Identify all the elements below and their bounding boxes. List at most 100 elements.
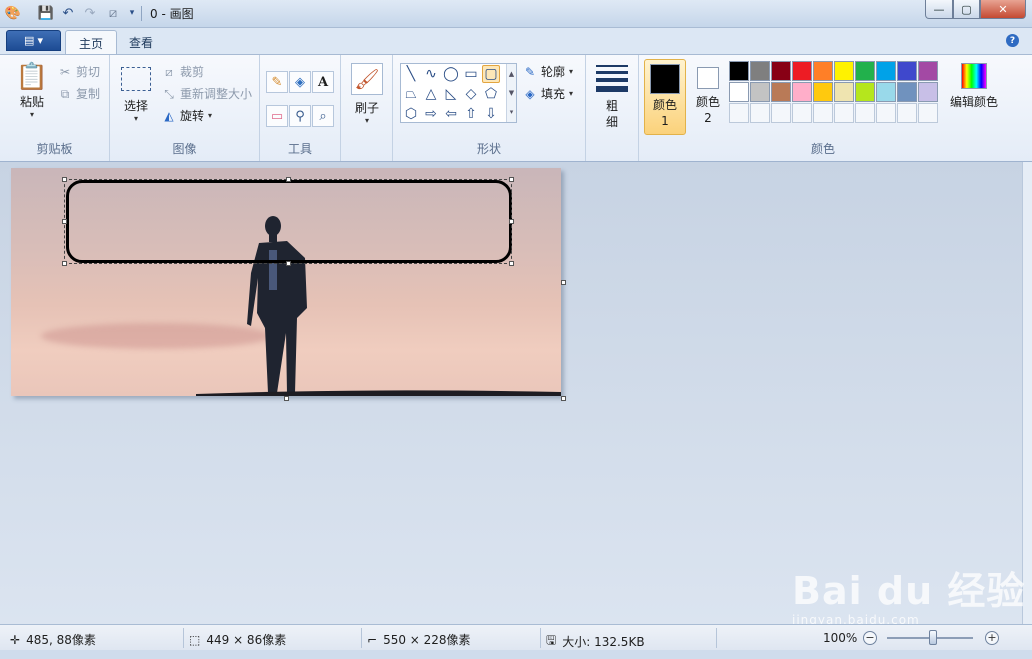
- palette-swatch[interactable]: [876, 61, 896, 81]
- magnifier-icon[interactable]: ⌕: [312, 105, 334, 127]
- palette-swatch[interactable]: [918, 82, 938, 102]
- cut-button[interactable]: ✂ 剪切: [58, 63, 100, 80]
- zoom-out-button[interactable]: −: [863, 631, 877, 645]
- resize-handle[interactable]: [286, 177, 291, 182]
- crop-qa-icon[interactable]: ⧄: [104, 4, 122, 22]
- paint-app-icon[interactable]: 🎨: [4, 4, 22, 22]
- rectangle-shape-icon[interactable]: ▭: [462, 65, 480, 83]
- pencil-icon[interactable]: ✎: [266, 71, 288, 93]
- help-icon[interactable]: ?: [1006, 34, 1019, 47]
- left-arrow-shape-icon[interactable]: ⇦: [442, 105, 460, 123]
- palette-swatch[interactable]: [876, 82, 896, 102]
- zoom-slider-thumb[interactable]: [929, 630, 937, 645]
- chevron-down-icon[interactable]: ▼: [509, 89, 514, 97]
- palette-custom-slot[interactable]: [750, 103, 770, 123]
- line-shape-icon[interactable]: ╲: [402, 65, 420, 83]
- minimize-button[interactable]: —: [925, 0, 953, 19]
- palette-swatch[interactable]: [750, 82, 770, 102]
- curve-shape-icon[interactable]: ∿: [422, 65, 440, 83]
- resize-handle[interactable]: [286, 261, 291, 266]
- rotate-button[interactable]: ◭ 旋转 ▾: [162, 107, 212, 124]
- brushes-button[interactable]: 🖌 刷子 ▾: [347, 63, 387, 125]
- palette-swatch[interactable]: [729, 82, 749, 102]
- shape-selection-box[interactable]: [64, 179, 512, 264]
- palette-custom-slot[interactable]: [855, 103, 875, 123]
- oval-shape-icon[interactable]: ◯: [442, 65, 460, 83]
- edit-colors-button[interactable]: 编辑颜色: [950, 63, 998, 110]
- maximize-button[interactable]: ▢: [953, 0, 980, 19]
- palette-swatch[interactable]: [792, 61, 812, 81]
- vertical-scrollbar[interactable]: [1022, 162, 1032, 624]
- palette-custom-slot[interactable]: [918, 103, 938, 123]
- diamond-shape-icon[interactable]: ◇: [462, 85, 480, 103]
- palette-swatch[interactable]: [897, 82, 917, 102]
- palette-swatch[interactable]: [897, 61, 917, 81]
- palette-custom-slot[interactable]: [792, 103, 812, 123]
- palette-custom-slot[interactable]: [876, 103, 896, 123]
- palette-swatch[interactable]: [729, 61, 749, 81]
- tab-home[interactable]: 主页: [65, 30, 118, 54]
- outline-button[interactable]: ✎ 轮廓 ▾: [523, 63, 573, 80]
- palette-swatch[interactable]: [813, 82, 833, 102]
- size-button[interactable]: 粗细: [594, 63, 630, 130]
- triangle-shape-icon[interactable]: △: [422, 85, 440, 103]
- fill-bucket-icon[interactable]: ◈: [289, 71, 311, 93]
- palette-swatch[interactable]: [771, 61, 791, 81]
- file-menu-icon: ▤: [24, 34, 35, 47]
- right-arrow-shape-icon[interactable]: ⇨: [422, 105, 440, 123]
- close-button[interactable]: ✕: [980, 0, 1026, 19]
- canvas-resize-handle-corner[interactable]: [561, 396, 566, 401]
- palette-custom-slot[interactable]: [834, 103, 854, 123]
- down-arrow-shape-icon[interactable]: ⇩: [482, 105, 500, 123]
- hexagon-shape-icon[interactable]: ⬡: [402, 105, 420, 123]
- palette-swatch[interactable]: [813, 61, 833, 81]
- copy-button[interactable]: ⧉ 复制: [58, 85, 100, 102]
- palette-swatch[interactable]: [834, 61, 854, 81]
- save-icon[interactable]: 💾: [37, 4, 55, 22]
- chevron-up-icon[interactable]: ▲: [509, 70, 514, 78]
- eraser-icon[interactable]: ▭: [266, 105, 288, 127]
- fill-button[interactable]: ◈ 填充 ▾: [523, 85, 573, 102]
- resize-handle[interactable]: [509, 261, 514, 266]
- color-picker-icon[interactable]: ⚲: [289, 105, 311, 127]
- palette-custom-slot[interactable]: [813, 103, 833, 123]
- polygon-shape-icon[interactable]: ⏢: [402, 85, 420, 103]
- palette-swatch[interactable]: [918, 61, 938, 81]
- palette-custom-slot[interactable]: [771, 103, 791, 123]
- right-triangle-shape-icon[interactable]: ◺: [442, 85, 460, 103]
- palette-swatch[interactable]: [834, 82, 854, 102]
- resize-handle[interactable]: [62, 219, 67, 224]
- undo-icon[interactable]: ↶: [59, 4, 77, 22]
- customize-dropdown-icon[interactable]: ▾: [123, 4, 141, 22]
- paste-button[interactable]: 📋 粘贴 ▾: [12, 61, 52, 119]
- redo-icon[interactable]: ↷: [81, 4, 99, 22]
- file-menu-button[interactable]: ▤ ▾: [6, 30, 61, 51]
- resize-handle[interactable]: [509, 219, 514, 224]
- color2-button[interactable]: 颜色 2: [687, 59, 729, 135]
- tab-view[interactable]: 查看: [116, 30, 166, 54]
- palette-custom-slot[interactable]: [729, 103, 749, 123]
- crop-button[interactable]: ⧄ 裁剪: [162, 63, 204, 80]
- resize-button[interactable]: ⤡ 重新调整大小: [162, 85, 252, 102]
- select-button[interactable]: 选择 ▾: [118, 63, 154, 123]
- canvas-resize-handle-bottom[interactable]: [284, 396, 289, 401]
- expand-gallery-icon[interactable]: ▾: [510, 108, 514, 116]
- zoom-in-button[interactable]: +: [985, 631, 999, 645]
- rounded-rectangle-shape-icon[interactable]: ▢: [482, 65, 500, 83]
- palette-custom-slot[interactable]: [897, 103, 917, 123]
- image-group-label: 图像: [172, 142, 197, 156]
- palette-swatch[interactable]: [855, 61, 875, 81]
- resize-handle[interactable]: [62, 177, 67, 182]
- shapes-gallery-scroller[interactable]: ▲ ▼ ▾: [506, 64, 516, 122]
- palette-swatch[interactable]: [750, 61, 770, 81]
- color1-button[interactable]: 颜色 1: [644, 59, 686, 135]
- palette-swatch[interactable]: [771, 82, 791, 102]
- pentagon-shape-icon[interactable]: ⬠: [482, 85, 500, 103]
- resize-handle[interactable]: [509, 177, 514, 182]
- up-arrow-shape-icon[interactable]: ⇧: [462, 105, 480, 123]
- palette-swatch[interactable]: [792, 82, 812, 102]
- resize-handle[interactable]: [62, 261, 67, 266]
- text-tool-icon[interactable]: A: [312, 71, 334, 93]
- palette-swatch[interactable]: [855, 82, 875, 102]
- canvas-resize-handle-right[interactable]: [561, 280, 566, 285]
